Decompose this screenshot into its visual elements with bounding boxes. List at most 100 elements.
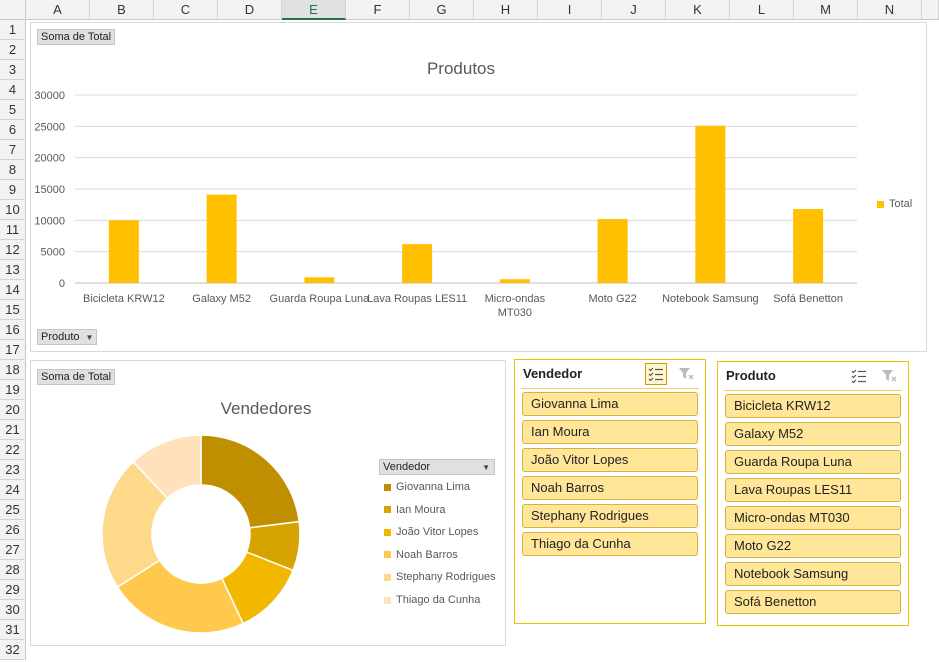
row-header-19[interactable]: 19	[0, 380, 26, 400]
column-header-a[interactable]: A	[26, 0, 90, 20]
row-header-14[interactable]: 14	[0, 280, 26, 300]
row-header-29[interactable]: 29	[0, 580, 26, 600]
row-header-1[interactable]: 1	[0, 20, 26, 40]
column-header-f[interactable]: F	[346, 0, 410, 20]
slicer-item-guarda-roupa-luna[interactable]: Guarda Roupa Luna	[725, 450, 901, 474]
row-header-30[interactable]: 30	[0, 600, 26, 620]
column-header-e[interactable]: E	[282, 0, 346, 20]
slicer-item-notebook-samsung[interactable]: Notebook Samsung	[725, 562, 901, 586]
legend-swatch	[384, 551, 391, 559]
column-header-n[interactable]: N	[858, 0, 922, 20]
row-header-7[interactable]: 7	[0, 140, 26, 160]
slicer-item-micro-ondas-mt030[interactable]: Micro-ondas MT030	[725, 506, 901, 530]
x-tick-label: MT030	[498, 307, 532, 319]
row-header-22[interactable]: 22	[0, 440, 26, 460]
row-header-9[interactable]: 9	[0, 180, 26, 200]
bar-bicicleta-krw12[interactable]	[108, 220, 139, 283]
row-header-6[interactable]: 6	[0, 120, 26, 140]
legend-swatch	[384, 596, 391, 604]
column-header-g[interactable]: G	[410, 0, 474, 20]
column-header-b[interactable]: B	[90, 0, 154, 20]
slicer-produto[interactable]: Produto Bicicleta KRW12 Galaxy M52 Guarda …	[717, 361, 909, 626]
bar-lava-roupas-les11[interactable]	[402, 244, 433, 283]
row-header-28[interactable]: 28	[0, 560, 26, 580]
legend-label: Giovanna Lima	[396, 481, 470, 493]
multi-select-icon[interactable]	[645, 363, 667, 385]
slicer-item-galaxy-m52[interactable]: Galaxy M52	[725, 422, 901, 446]
donut-slice-giovanna-lima[interactable]	[200, 434, 301, 529]
column-header-m[interactable]: M	[794, 0, 858, 20]
slicer-item-thiago-da-cunha[interactable]: Thiago da Cunha	[522, 532, 698, 556]
slicer-vendedor[interactable]: Vendedor Giovanna Lima Ian Moura João Vito…	[514, 359, 706, 624]
row-header-24[interactable]: 24	[0, 480, 26, 500]
row-header-10[interactable]: 10	[0, 200, 26, 220]
bar-notebook-samsung[interactable]	[695, 125, 726, 283]
column-header-j[interactable]: J	[602, 0, 666, 20]
y-tick-label: 30000	[34, 90, 65, 102]
dropdown-arrow-icon: ▼	[482, 463, 490, 472]
clear-filter-icon[interactable]	[675, 363, 697, 385]
column-header-c[interactable]: C	[154, 0, 218, 20]
row-header-3[interactable]: 3	[0, 60, 26, 80]
select-all-corner[interactable]	[0, 0, 26, 20]
slicer-item-stephany-rodrigues[interactable]: Stephany Rodrigues	[522, 504, 698, 528]
multi-select-icon[interactable]	[848, 365, 870, 387]
row-header-21[interactable]: 21	[0, 420, 26, 440]
row-header-27[interactable]: 27	[0, 540, 26, 560]
slicer-item-ian-moura[interactable]: Ian Moura	[522, 420, 698, 444]
row-header-16[interactable]: 16	[0, 320, 26, 340]
bar-moto-g22[interactable]	[597, 219, 628, 283]
y-tick-label: 15000	[34, 184, 65, 196]
axis-field-button[interactable]: Produto ▼	[37, 329, 98, 345]
legend-swatch	[384, 506, 391, 514]
row-header-20[interactable]: 20	[0, 400, 26, 420]
produtos-chart[interactable]: Soma de Total Produtos 0 5000 10000 15000 20…	[30, 22, 927, 352]
row-header-4[interactable]: 4	[0, 80, 26, 100]
bar-micro-ondas-mt030[interactable]	[499, 279, 530, 283]
row-header-23[interactable]: 23	[0, 460, 26, 480]
slicer-item-bicicleta-krw12[interactable]: Bicicleta KRW12	[725, 394, 901, 418]
row-header-2[interactable]: 2	[0, 40, 26, 60]
column-header-l[interactable]: L	[730, 0, 794, 20]
slicer-item-moto-g22[interactable]: Moto G22	[725, 534, 901, 558]
slicer-item-sof-benetton[interactable]: Sofá Benetton	[725, 590, 901, 614]
row-header-25[interactable]: 25	[0, 500, 26, 520]
slicer-item-lava-roupas-les11[interactable]: Lava Roupas LES11	[725, 478, 901, 502]
row-header-8[interactable]: 8	[0, 160, 26, 180]
column-header-k[interactable]: K	[666, 0, 730, 20]
row-header-5[interactable]: 5	[0, 100, 26, 120]
slicer-item-jo-o-vitor-lopes[interactable]: João Vitor Lopes	[522, 448, 698, 472]
bar-galaxy-m52[interactable]	[206, 194, 237, 283]
vendedores-chart[interactable]: Soma de Total Vendedores Vendedor ▼ Giova…	[30, 360, 506, 646]
column-header-h[interactable]: H	[474, 0, 538, 20]
slicer-title: Produto	[726, 368, 776, 383]
bar-sof-benetton[interactable]	[793, 209, 824, 283]
slicer-item-giovanna-lima[interactable]: Giovanna Lima	[522, 392, 698, 416]
slicer-item-noah-barros[interactable]: Noah Barros	[522, 476, 698, 500]
row-header-17[interactable]: 17	[0, 340, 26, 360]
bar-chart-plot: 0 5000 10000 15000 20000 25000 30000 Bicicleta …	[34, 90, 857, 319]
column-header-d[interactable]: D	[218, 0, 282, 20]
row-header-13[interactable]: 13	[0, 260, 26, 280]
y-tick-label: 20000	[34, 153, 65, 165]
legend-label: João Vitor Lopes	[396, 526, 479, 539]
clear-filter-icon[interactable]	[878, 365, 900, 387]
row-header-15[interactable]: 15	[0, 300, 26, 320]
row-header-18[interactable]: 18	[0, 360, 26, 380]
y-tick-label: 25000	[34, 121, 65, 133]
row-header-11[interactable]: 11	[0, 220, 26, 240]
row-header-31[interactable]: 31	[0, 620, 26, 640]
x-tick-label: Sofá Benetton	[773, 293, 843, 305]
row-header-12[interactable]: 12	[0, 240, 26, 260]
legend-field-button[interactable]: Vendedor ▼	[379, 459, 495, 475]
bar-guarda-roupa-luna[interactable]	[304, 277, 335, 283]
x-tick-label: Micro-ondas	[485, 293, 546, 305]
legend-label: Noah Barros	[396, 548, 458, 561]
row-header-32[interactable]: 32	[0, 640, 26, 660]
legend-label: Stephany Rodrigues	[396, 571, 496, 584]
legend-swatch	[384, 573, 391, 581]
row-header-26[interactable]: 26	[0, 520, 26, 540]
legend-swatch	[384, 528, 391, 536]
column-header-i[interactable]: I	[538, 0, 602, 20]
legend-entry: Noah Barros	[384, 549, 458, 561]
